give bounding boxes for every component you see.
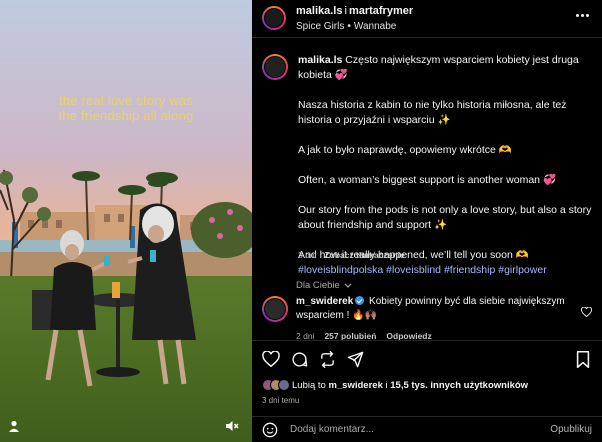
heart-icon <box>581 306 592 318</box>
comment-icon <box>291 351 307 367</box>
audio-attribution[interactable]: Spice Girls • Wannabe <box>296 21 396 32</box>
likes-summary[interactable]: Lubią to m_swiderek i 15,5 tys. innych u… <box>262 378 528 392</box>
caption-meta: 3 dni Zobacz tłumaczenie <box>298 250 405 260</box>
for-you-toggle[interactable]: Dla Ciebie <box>296 280 352 291</box>
author-link[interactable]: malika.ls <box>296 5 342 17</box>
tagged-users-button[interactable] <box>4 416 24 436</box>
reel-overlay-text: the real love story was the friendship a… <box>0 93 252 123</box>
commenter-username[interactable]: m_swiderek <box>296 296 353 307</box>
hashtag-link[interactable]: #friendship <box>444 264 495 276</box>
caption-username[interactable]: malika.ls <box>298 54 342 66</box>
likes-prefix: Lubią to <box>292 379 326 391</box>
verified-badge-icon <box>355 296 365 305</box>
share-icon <box>347 351 363 367</box>
comment-composer: Dodaj komentarz... Opublikuj <box>252 416 602 442</box>
caption-paragraph: Nasza historia z kabin to nie tylko hist… <box>298 99 567 126</box>
likes-connector: i <box>385 379 388 391</box>
chevron-down-icon <box>344 283 352 288</box>
audio-artist: Spice Girls <box>296 21 345 32</box>
hashtag-link[interactable]: #loveisblind <box>386 264 441 276</box>
post-timestamp: 3 dni temu <box>262 396 300 405</box>
commenter-avatar[interactable] <box>262 296 288 322</box>
post-photo <box>0 0 252 442</box>
caption-author-avatar[interactable] <box>262 54 288 80</box>
mute-button[interactable] <box>222 416 242 436</box>
post-media[interactable]: the real love story was the friendship a… <box>0 0 252 442</box>
author-avatar[interactable] <box>262 6 286 30</box>
overlay-line: the friendship all along <box>58 108 194 123</box>
comment-item: m_swiderek Kobiety powinny być dla siebi… <box>252 294 602 341</box>
overlay-line: the real love story was <box>59 93 193 108</box>
comment-input[interactable]: Dodaj komentarz... <box>290 424 374 435</box>
hashtag-link[interactable]: #girlpower <box>498 264 546 276</box>
mute-icon <box>226 421 239 431</box>
caption-paragraph: A jak to było naprawdę, opowiemy wkrótce… <box>298 144 512 156</box>
save-button[interactable] <box>574 350 592 368</box>
emoji-button[interactable] <box>262 422 278 442</box>
repost-icon <box>320 350 334 368</box>
caption-text: malika.ls Często największym wsparciem k… <box>298 53 594 278</box>
like-button[interactable] <box>262 350 280 368</box>
post-comment-button[interactable]: Opublikuj <box>550 424 592 435</box>
avatar <box>278 379 290 391</box>
hashtag-link[interactable]: #loveisblindpolska <box>298 264 383 276</box>
other-likers[interactable]: 15,5 tys. innych użytkowników <box>390 380 528 391</box>
post-detail-panel: malika.ls i martafrymer Spice Girls • Wannab… <box>252 0 602 442</box>
heart-icon <box>262 351 280 367</box>
caption-paragraph: Often, a woman’s biggest support is anot… <box>298 174 557 186</box>
caption-section: malika.ls Często największym wsparciem k… <box>252 38 602 338</box>
more-options-button[interactable] <box>576 12 592 18</box>
post-header: malika.ls i martafrymer Spice Girls • Wannab… <box>252 0 602 38</box>
liker-avatars <box>262 379 290 391</box>
user-tag-icon <box>9 420 19 432</box>
audio-separator: • <box>347 21 351 32</box>
coauthor-link[interactable]: martafrymer <box>349 5 413 17</box>
action-bar <box>252 340 602 376</box>
liker-username[interactable]: m_swiderek <box>328 380 382 391</box>
repost-button[interactable] <box>318 350 336 368</box>
caption-time: 3 dni <box>298 250 317 260</box>
bookmark-icon <box>576 350 590 368</box>
post-authors: malika.ls i martafrymer <box>296 5 413 17</box>
comment-text: m_swiderek Kobiety powinny być dla siebi… <box>296 295 576 323</box>
comment-like-button[interactable] <box>581 304 592 322</box>
caption-paragraph: Our story from the pods is not only a lo… <box>298 204 592 231</box>
comment-button[interactable] <box>290 350 308 368</box>
emoji-icon <box>262 422 278 438</box>
see-translation-link[interactable]: Zobacz tłumaczenie <box>324 250 404 260</box>
share-button[interactable] <box>346 350 364 368</box>
audio-track: Wannabe <box>353 21 397 32</box>
more-icon <box>576 13 579 17</box>
for-you-label: Dla Ciebie <box>296 280 340 291</box>
